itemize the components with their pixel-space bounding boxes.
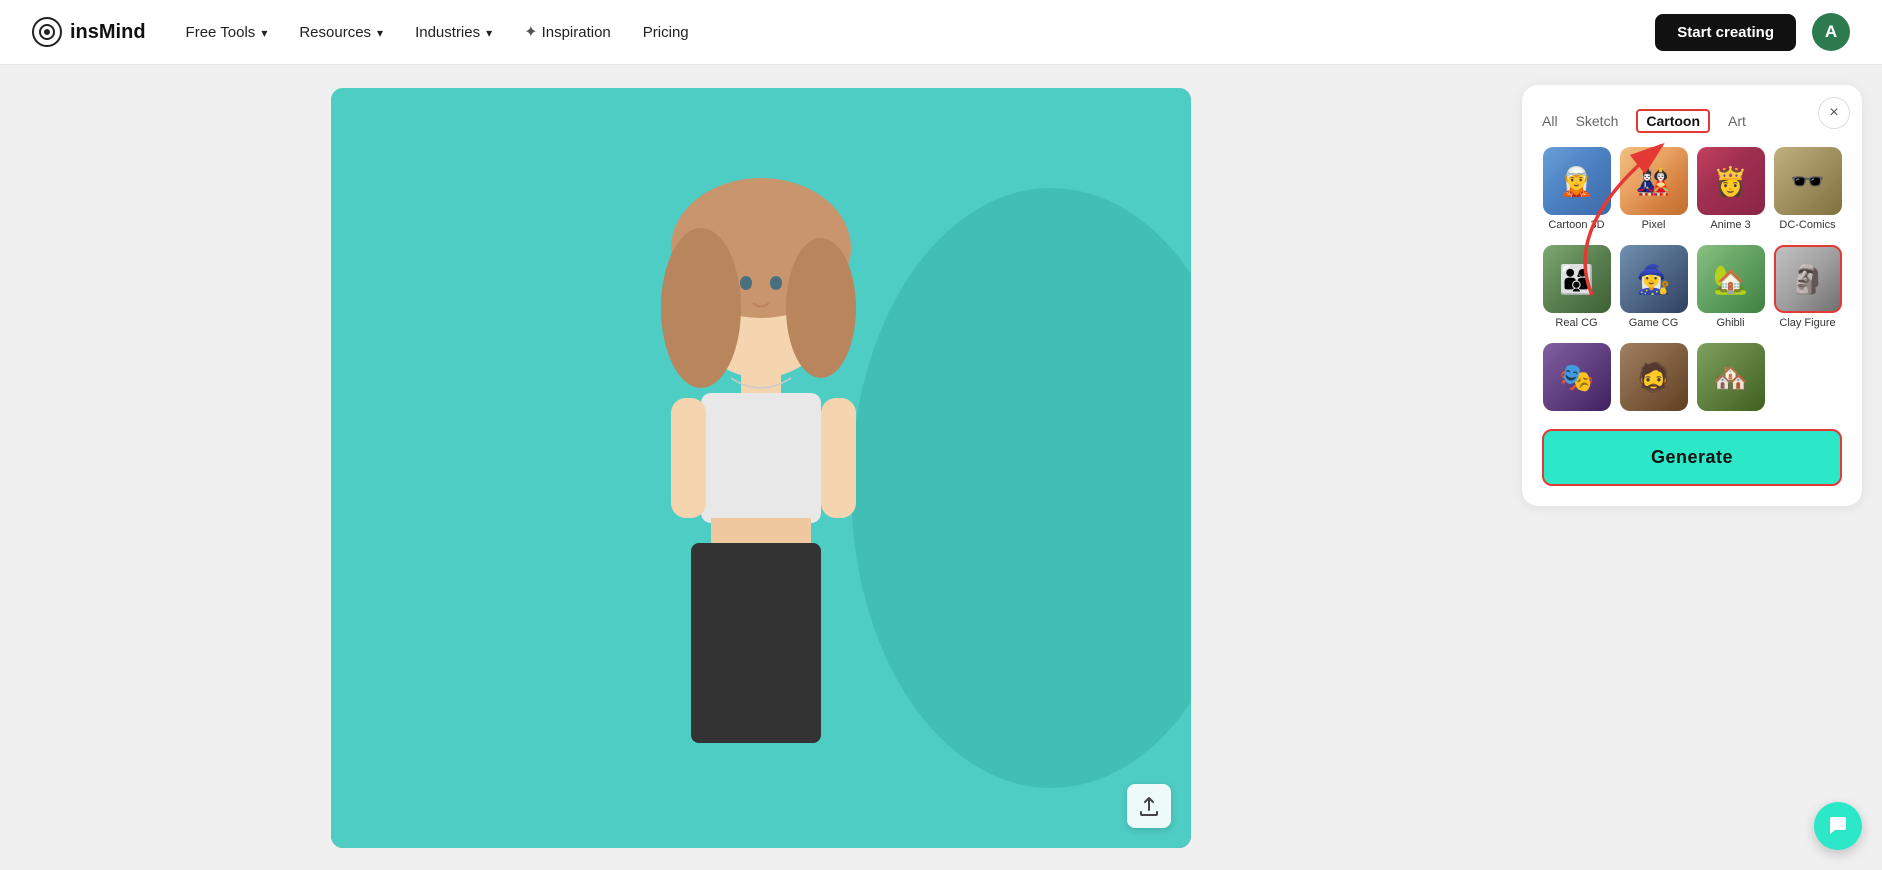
style-label-pixel: Pixel bbox=[1642, 219, 1666, 231]
style-label-cartoon3d: Cartoon 3D bbox=[1548, 219, 1604, 231]
style-thumb-row3b: 🧔 bbox=[1620, 343, 1688, 411]
nav-industries[interactable]: Industries bbox=[415, 24, 492, 41]
style-label-dccomics: DC-Comics bbox=[1779, 219, 1835, 231]
chat-fab[interactable] bbox=[1814, 802, 1862, 850]
style-realcg[interactable]: 👨‍👩‍👦 Real CG bbox=[1542, 245, 1611, 329]
logo-text: insMind bbox=[70, 21, 146, 44]
style-thumb-gamecg: 🧙‍♀️ bbox=[1620, 245, 1688, 313]
style-picker-panel: × All Sketch Cartoon Art 🧝 Cartoon 3D 🎎 … bbox=[1522, 85, 1862, 506]
navbar: insMind Free Tools Resources Industries … bbox=[0, 0, 1882, 65]
style-dccomics[interactable]: 🕶️ DC-Comics bbox=[1773, 147, 1842, 231]
style-pixel[interactable]: 🎎 Pixel bbox=[1619, 147, 1688, 231]
nav-free-tools[interactable]: Free Tools bbox=[186, 24, 268, 41]
style-thumb-row3a: 🎭 bbox=[1543, 343, 1611, 411]
style-grid-row3: 🎭 🧔 🏘️ bbox=[1542, 343, 1842, 411]
style-ghibli[interactable]: 🏡 Ghibli bbox=[1696, 245, 1765, 329]
style-gamecg[interactable]: 🧙‍♀️ Game CG bbox=[1619, 245, 1688, 329]
style-thumb-row3c: 🏘️ bbox=[1697, 343, 1765, 411]
start-creating-button[interactable]: Start creating bbox=[1655, 14, 1796, 51]
logo-icon bbox=[32, 17, 62, 47]
chevron-icon bbox=[484, 24, 492, 41]
logo[interactable]: insMind bbox=[32, 17, 146, 47]
nav-pricing[interactable]: Pricing bbox=[643, 24, 689, 41]
left-panel bbox=[0, 65, 1522, 870]
style-row3a[interactable]: 🎭 bbox=[1542, 343, 1611, 411]
style-thumb-pixel: 🎎 bbox=[1620, 147, 1688, 215]
tab-cartoon[interactable]: Cartoon bbox=[1636, 109, 1710, 133]
generate-button[interactable]: Generate bbox=[1542, 429, 1842, 486]
style-thumb-dccomics: 🕶️ bbox=[1774, 147, 1842, 215]
style-thumb-realcg: 👨‍👩‍👦 bbox=[1543, 245, 1611, 313]
style-grid-row1: 🧝 Cartoon 3D 🎎 Pixel 👸 Anime 3 🕶️ bbox=[1542, 147, 1842, 231]
image-container bbox=[331, 88, 1191, 848]
style-label-gamecg: Game CG bbox=[1629, 317, 1679, 329]
style-thumb-anime3: 👸 bbox=[1697, 147, 1765, 215]
chevron-icon bbox=[259, 24, 267, 41]
style-thumb-clayfigure: 🗿 bbox=[1774, 245, 1842, 313]
style-thumb-ghibli: 🏡 bbox=[1697, 245, 1765, 313]
nav-resources[interactable]: Resources bbox=[299, 24, 383, 41]
avatar[interactable]: A bbox=[1812, 13, 1850, 51]
style-label-anime3: Anime 3 bbox=[1710, 219, 1750, 231]
filter-tabs: All Sketch Cartoon Art bbox=[1542, 105, 1842, 133]
style-row3c[interactable]: 🏘️ bbox=[1696, 343, 1765, 411]
nav-right: Start creating A bbox=[1655, 13, 1850, 51]
main-image bbox=[331, 88, 1191, 848]
style-anime3[interactable]: 👸 Anime 3 bbox=[1696, 147, 1765, 231]
chevron-icon bbox=[375, 24, 383, 41]
style-label-ghibli: Ghibli bbox=[1716, 317, 1744, 329]
style-clayfigure[interactable]: 🗿 Clay Figure bbox=[1773, 245, 1842, 329]
main-layout: × All Sketch Cartoon Art 🧝 Cartoon 3D 🎎 … bbox=[0, 65, 1882, 870]
style-grid-row2-container: 👨‍👩‍👦 Real CG 🧙‍♀️ Game CG 🏡 Ghibli bbox=[1542, 245, 1842, 329]
tab-all[interactable]: All bbox=[1542, 111, 1558, 131]
style-thumb-cartoon3d: 🧝 bbox=[1543, 147, 1611, 215]
upload-button[interactable] bbox=[1127, 784, 1171, 828]
style-label-realcg: Real CG bbox=[1555, 317, 1597, 329]
tab-art[interactable]: Art bbox=[1728, 111, 1746, 131]
spark-icon: ✦ bbox=[524, 22, 537, 42]
style-grid-row2: 👨‍👩‍👦 Real CG 🧙‍♀️ Game CG 🏡 Ghibli bbox=[1542, 245, 1842, 329]
style-label-clayfigure: Clay Figure bbox=[1779, 317, 1835, 329]
style-cartoon3d[interactable]: 🧝 Cartoon 3D bbox=[1542, 147, 1611, 231]
close-button[interactable]: × bbox=[1818, 97, 1850, 129]
nav-items: Free Tools Resources Industries ✦ Inspir… bbox=[186, 22, 1656, 42]
style-row3b[interactable]: 🧔 bbox=[1619, 343, 1688, 411]
tab-sketch[interactable]: Sketch bbox=[1576, 111, 1619, 131]
nav-inspiration[interactable]: ✦ Inspiration bbox=[524, 22, 611, 42]
